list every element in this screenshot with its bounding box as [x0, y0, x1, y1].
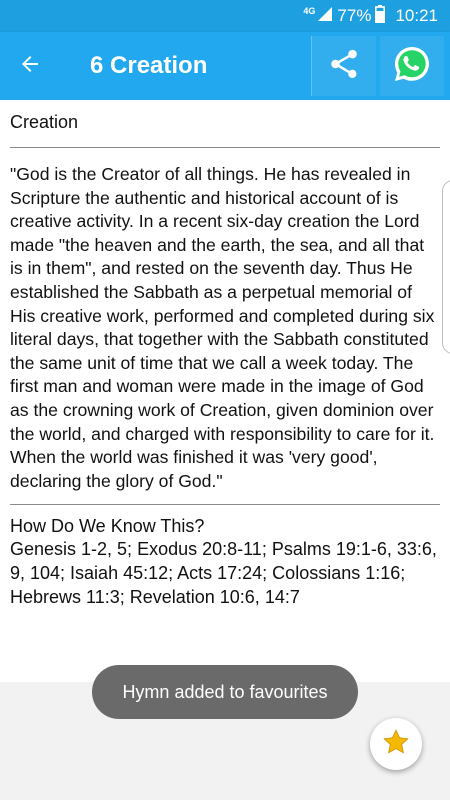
- whatsapp-button[interactable]: [380, 36, 444, 96]
- article-content: Creation "God is the Creator of all thin…: [0, 100, 450, 682]
- network-type: 4G: [303, 6, 316, 16]
- clock: 10:21: [395, 6, 438, 25]
- signal-icon: [317, 6, 333, 27]
- share-icon: [327, 47, 361, 86]
- status-bar: 4G 77% 10:21: [0, 0, 450, 32]
- battery-percentage: 77%: [337, 6, 372, 25]
- article-body: "God is the Creator of all things. He ha…: [10, 164, 435, 491]
- section-title: Creation: [10, 112, 79, 132]
- toast-message: Hymn added to favourites: [92, 665, 358, 719]
- favourite-button[interactable]: [370, 718, 422, 770]
- app-bar: 6 Creation: [0, 32, 450, 100]
- battery-icon: [375, 4, 386, 28]
- page-title: 6 Creation: [90, 52, 208, 79]
- divider: [10, 147, 440, 148]
- edge-panel-handle[interactable]: [442, 180, 450, 354]
- references-heading: How Do We Know This?: [10, 516, 205, 537]
- share-button[interactable]: [311, 36, 376, 96]
- references-text: Genesis 1-2, 5; Exodus 20:8-11; Psalms 1…: [10, 539, 437, 607]
- divider: [10, 504, 440, 506]
- whatsapp-icon: [392, 44, 432, 89]
- back-button[interactable]: [0, 32, 60, 100]
- star-icon: [381, 727, 411, 762]
- arrow-left-icon: [18, 52, 42, 81]
